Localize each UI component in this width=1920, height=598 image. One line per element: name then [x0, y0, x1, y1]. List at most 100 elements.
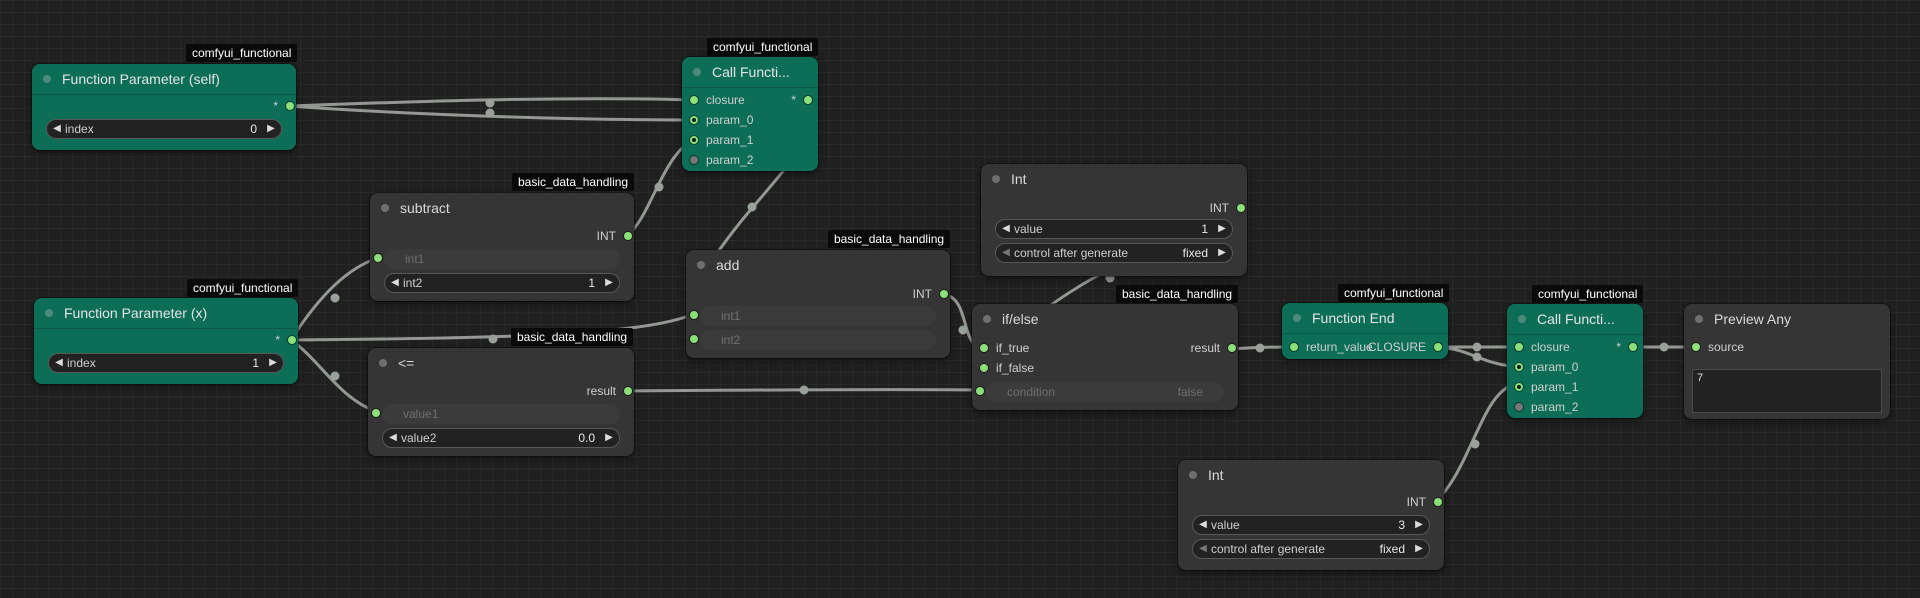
decrement-arrow-icon[interactable]: ◀ [1197, 540, 1209, 558]
node-preview-any[interactable]: Preview Any source 7 [1684, 304, 1890, 419]
output-slot[interactable]: INT [1407, 494, 1444, 510]
input-slot-param-0[interactable]: param_0 [688, 112, 753, 128]
collapse-dot-icon[interactable] [381, 204, 389, 212]
output-slot[interactable]: * [791, 92, 814, 108]
input-slot-if-true[interactable]: if_true [978, 340, 1029, 356]
node-call-function-top[interactable]: Call Functi... closure * param_0 param_1… [682, 57, 818, 171]
node-if-else[interactable]: if/else if_true result if_false conditio… [972, 304, 1238, 410]
node-int-bottom[interactable]: Int INT ◀ value 3 ▶ ◀ control after gene… [1178, 460, 1444, 570]
increment-arrow-icon[interactable]: ▶ [1216, 220, 1228, 238]
input-port-icon[interactable] [980, 344, 988, 352]
node-title[interactable]: add [686, 250, 950, 280]
input-slot-source[interactable]: source [1690, 339, 1744, 355]
node-title[interactable]: Call Functi... [682, 57, 818, 88]
node-title[interactable]: Int [1178, 460, 1444, 490]
value-widget[interactable]: ◀ value 3 ▶ [1192, 515, 1430, 535]
input-port-icon[interactable] [1692, 343, 1700, 351]
input-port-icon[interactable] [1290, 343, 1298, 351]
increment-arrow-icon[interactable]: ▶ [1413, 516, 1425, 534]
increment-arrow-icon[interactable]: ▶ [265, 120, 277, 138]
node-title[interactable]: if/else [972, 304, 1238, 334]
output-port-icon[interactable] [940, 290, 948, 298]
input-port-icon[interactable] [1515, 343, 1523, 351]
output-slot[interactable]: * [275, 332, 298, 348]
output-slot[interactable]: result [587, 383, 634, 399]
output-port-icon[interactable] [1434, 498, 1442, 506]
node-less-or-equal[interactable]: <= result value1 ◀ value2 0.0 ▶ [368, 348, 634, 456]
output-slot-closure[interactable]: CLOSURE [1368, 339, 1444, 355]
increment-arrow-icon[interactable]: ▶ [267, 354, 279, 372]
output-slot[interactable]: * [1616, 339, 1639, 355]
node-function-parameter-self[interactable]: Function Parameter (self) * ◀ index 0 ▶ [32, 64, 296, 150]
input-slot-param-1[interactable]: param_1 [688, 132, 753, 148]
output-port-icon[interactable] [1629, 343, 1637, 351]
output-slot[interactable]: * [273, 98, 296, 114]
increment-arrow-icon[interactable]: ▶ [603, 429, 615, 447]
collapse-dot-icon[interactable] [1695, 315, 1703, 323]
decrement-arrow-icon[interactable]: ◀ [1197, 516, 1209, 534]
collapse-dot-icon[interactable] [1518, 315, 1526, 323]
collapse-dot-icon[interactable] [1293, 314, 1301, 322]
index-widget[interactable]: ◀ index 0 ▶ [46, 119, 282, 139]
input-port-icon[interactable] [690, 96, 698, 104]
node-int-top[interactable]: Int INT ◀ value 1 ▶ ◀ control after gene… [981, 164, 1247, 276]
input-port-icon[interactable] [690, 335, 698, 343]
output-slot[interactable]: INT [1210, 200, 1247, 216]
node-add[interactable]: add INT int1 int2 [686, 250, 950, 358]
input-port-icon[interactable] [374, 254, 382, 262]
input-port-icon[interactable] [1515, 363, 1523, 371]
collapse-dot-icon[interactable] [693, 68, 701, 76]
increment-arrow-icon[interactable]: ▶ [603, 274, 615, 292]
output-port-icon[interactable] [624, 387, 632, 395]
node-title[interactable]: Function End [1282, 303, 1448, 334]
input-port-icon[interactable] [690, 156, 698, 164]
output-port-icon[interactable] [288, 336, 296, 344]
output-slot[interactable]: INT [913, 286, 950, 302]
output-port-icon[interactable] [1434, 343, 1442, 351]
input-port-icon[interactable] [1515, 383, 1523, 391]
collapse-dot-icon[interactable] [983, 315, 991, 323]
node-title[interactable]: Preview Any [1684, 304, 1890, 334]
input-slot-param-0[interactable]: param_0 [1513, 359, 1578, 375]
input-port-icon[interactable] [980, 364, 988, 372]
value-widget[interactable]: ◀ value 1 ▶ [995, 219, 1233, 239]
input-slot-closure[interactable]: closure [1513, 339, 1570, 355]
collapse-dot-icon[interactable] [697, 261, 705, 269]
node-subtract[interactable]: subtract INT int1 ◀ int2 1 ▶ [370, 193, 634, 301]
input-slot-closure[interactable]: closure [688, 92, 745, 108]
decrement-arrow-icon[interactable]: ◀ [389, 274, 401, 292]
input-port-icon[interactable] [690, 116, 698, 124]
output-port-icon[interactable] [286, 102, 294, 110]
increment-arrow-icon[interactable]: ▶ [1216, 244, 1228, 262]
node-call-function-right[interactable]: Call Functi... closure * param_0 param_1… [1507, 304, 1643, 418]
output-port-icon[interactable] [1228, 344, 1236, 352]
decrement-arrow-icon[interactable]: ◀ [53, 354, 65, 372]
node-title[interactable]: subtract [370, 193, 634, 223]
input-slot-param-1[interactable]: param_1 [1513, 379, 1578, 395]
decrement-arrow-icon[interactable]: ◀ [387, 429, 399, 447]
input-port-icon[interactable] [690, 136, 698, 144]
control-after-generate-widget[interactable]: ◀ control after generate fixed ▶ [995, 243, 1233, 263]
node-title[interactable]: Function Parameter (self) [32, 64, 296, 95]
output-port-icon[interactable] [624, 232, 632, 240]
node-title[interactable]: Function Parameter (x) [34, 298, 298, 329]
node-function-end[interactable]: Function End return_value CLOSURE [1282, 303, 1448, 359]
collapse-dot-icon[interactable] [43, 75, 51, 83]
preview-text-output[interactable]: 7 [1692, 369, 1882, 413]
collapse-dot-icon[interactable] [45, 309, 53, 317]
input-port-icon[interactable] [372, 409, 380, 417]
output-slot[interactable]: INT [597, 228, 634, 244]
increment-arrow-icon[interactable]: ▶ [1413, 540, 1425, 558]
int2-widget[interactable]: ◀ int2 1 ▶ [384, 273, 620, 293]
collapse-dot-icon[interactable] [1189, 471, 1197, 479]
input-slot-param-2[interactable]: param_2 [1513, 399, 1578, 415]
output-port-icon[interactable] [804, 96, 812, 104]
node-function-parameter-x[interactable]: Function Parameter (x) * ◀ index 1 ▶ [34, 298, 298, 384]
value2-widget[interactable]: ◀ value2 0.0 ▶ [382, 428, 620, 448]
output-slot[interactable]: result [1191, 340, 1238, 356]
collapse-dot-icon[interactable] [379, 359, 387, 367]
decrement-arrow-icon[interactable]: ◀ [1000, 220, 1012, 238]
input-slot-return-value[interactable]: return_value [1288, 339, 1373, 355]
control-after-generate-widget[interactable]: ◀ control after generate fixed ▶ [1192, 539, 1430, 559]
input-slot-param-2[interactable]: param_2 [688, 152, 753, 168]
